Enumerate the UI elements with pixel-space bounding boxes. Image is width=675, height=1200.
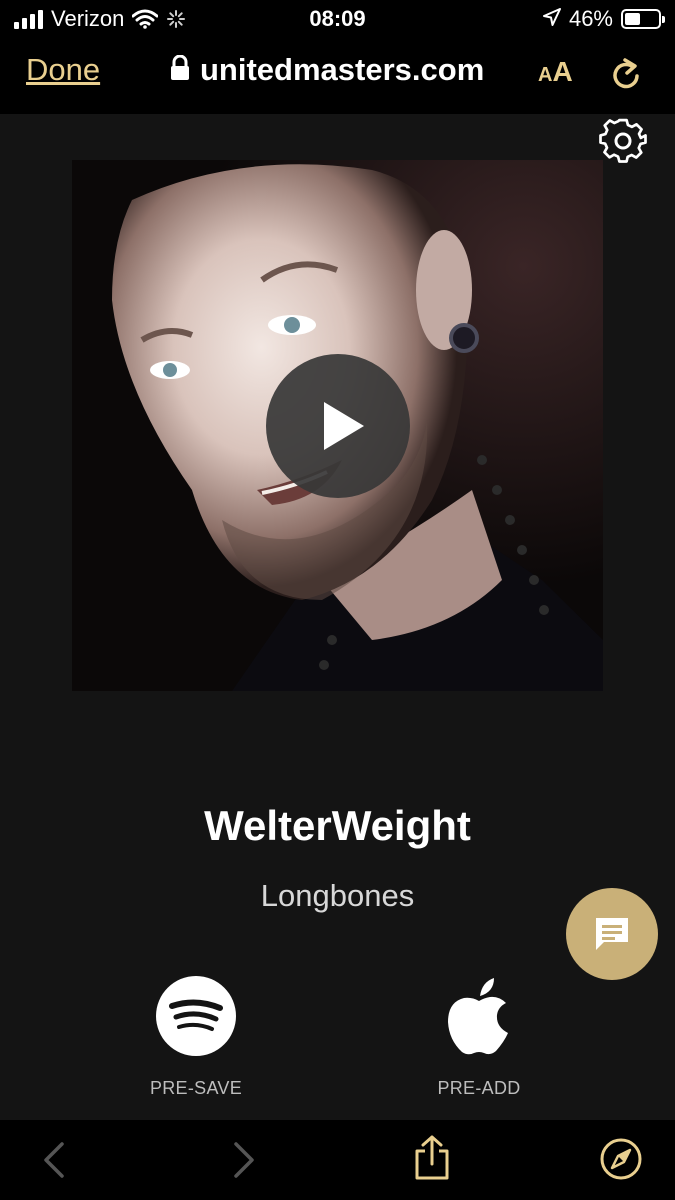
status-bar: Verizon 08:09 46%: [0, 0, 675, 38]
browser-bar: Done unitedmasters.com AA: [0, 38, 675, 114]
apple-preadd-button[interactable]: PRE-ADD: [389, 976, 569, 1099]
status-left: Verizon: [14, 6, 186, 32]
track-title: WelterWeight: [204, 802, 471, 849]
text-size-small-a: A: [538, 64, 553, 86]
spotify-presave-button[interactable]: PRE-SAVE: [106, 976, 286, 1099]
location-arrow-icon: [542, 6, 561, 32]
wifi-icon: [132, 9, 159, 29]
done-button[interactable]: Done: [26, 52, 100, 88]
lock-icon: [170, 54, 190, 86]
signal-icon: [14, 9, 43, 29]
back-arrow-icon[interactable]: [40, 1138, 70, 1187]
play-button[interactable]: [266, 354, 410, 498]
app-root: Verizon 08:09 46% Done unitedmasters.com…: [0, 0, 675, 1200]
chat-button[interactable]: [566, 888, 658, 980]
apple-icon: [439, 976, 519, 1056]
gear-icon[interactable]: [598, 118, 648, 173]
browser-toolbar: [0, 1120, 675, 1200]
presave-label: PRE-SAVE: [149, 1078, 243, 1098]
compass-icon[interactable]: [598, 1136, 644, 1187]
chat-icon: [596, 918, 628, 950]
battery-percent: 46%: [568, 6, 613, 31]
status-right: 46%: [542, 6, 665, 32]
loading-spinner-icon: [166, 9, 186, 29]
share-icon[interactable]: [412, 1134, 452, 1187]
battery-fill: [625, 13, 640, 25]
address-bar[interactable]: unitedmasters.com: [170, 52, 484, 88]
text-size-button[interactable]: AA: [538, 56, 573, 88]
spotify-icon: [156, 976, 236, 1056]
carrier-name: Verizon: [51, 6, 125, 31]
reload-icon[interactable]: [608, 54, 644, 99]
forward-arrow-icon[interactable]: [228, 1138, 258, 1187]
play-icon: [324, 402, 364, 450]
battery-icon: [621, 9, 665, 29]
text-size-big-a: A: [552, 56, 573, 87]
preadd-label: PRE-ADD: [437, 1078, 521, 1098]
url-text: unitedmasters.com: [200, 52, 485, 87]
